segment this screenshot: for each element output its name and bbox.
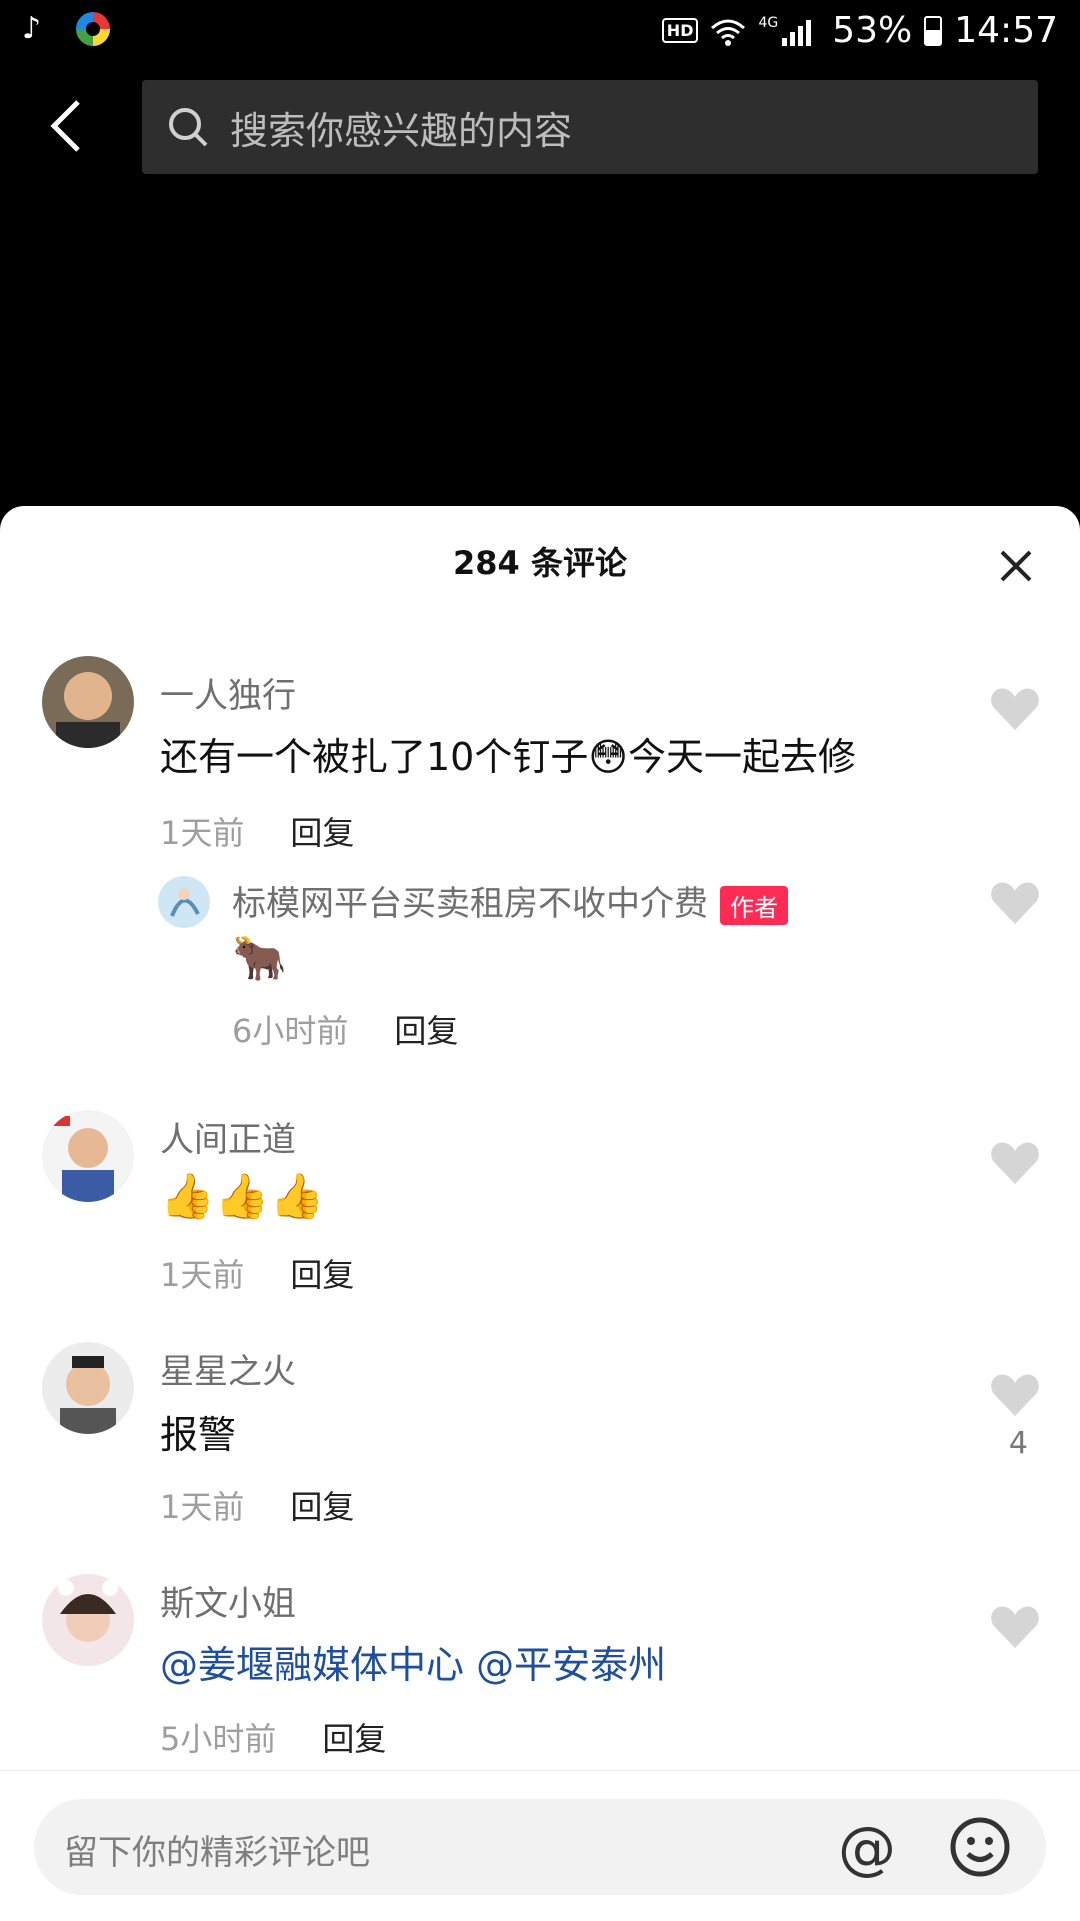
comment-time: 1天前 <box>160 814 245 852</box>
clock: 14:57 <box>954 10 1058 51</box>
avatar[interactable] <box>42 656 134 748</box>
hd-badge: HD <box>661 18 699 43</box>
comment-time: 5小时前 <box>160 1720 277 1758</box>
status-bar: ♪ HD 4G 53% 14:57 <box>0 0 1080 64</box>
battery-icon <box>924 15 943 46</box>
avatar[interactable] <box>42 1574 134 1666</box>
comment-meta: 6小时前 回复 <box>232 1006 458 1052</box>
comment-meta: 5小时前 回复 <box>160 1714 386 1760</box>
status-right: HD 4G 53% 14:57 <box>661 10 1058 51</box>
avatar[interactable] <box>42 1110 134 1202</box>
comment-username[interactable]: 斯文小姐 <box>160 1576 296 1625</box>
comment-text-part: 还有一个被扎了10个钉子 <box>160 735 589 779</box>
comment-input-placeholder: 留下你的精彩评论吧 <box>64 1833 370 1873</box>
comment-username[interactable]: 一人独行 <box>160 668 296 717</box>
like-heart-icon[interactable] <box>990 1140 1040 1186</box>
comments-sheet: 284 条评论 一人独行 还有一个被扎了10个钉子😳今天一起去修 1天前 回复 … <box>0 506 1080 1920</box>
comment-time: 1天前 <box>160 1256 245 1294</box>
search-input[interactable]: 搜索你感兴趣的内容 <box>142 80 1038 174</box>
mention-link[interactable]: @平安泰州 <box>476 1643 666 1687</box>
signal-icon <box>782 19 812 46</box>
comment-username[interactable]: 标模网平台买卖租房不收中介费 <box>232 884 708 924</box>
avatar[interactable] <box>158 876 210 928</box>
wifi-icon <box>710 16 746 46</box>
reply-button[interactable]: 回复 <box>290 808 354 854</box>
like-heart-icon[interactable] <box>990 1372 1040 1418</box>
battery-percent: 53% <box>832 10 913 51</box>
search-placeholder: 搜索你感兴趣的内容 <box>230 108 573 153</box>
back-button[interactable] <box>46 96 86 156</box>
like-heart-icon[interactable] <box>990 1604 1040 1650</box>
mention-link[interactable]: @姜堰融媒体中心 <box>160 1643 464 1687</box>
search-icon <box>169 108 208 147</box>
comment-meta: 1天前 回复 <box>160 808 354 854</box>
comment-time: 1天前 <box>160 1488 245 1526</box>
reply-button[interactable]: 回复 <box>290 1250 354 1296</box>
author-badge: 作者 <box>720 886 788 925</box>
comment-time: 6小时前 <box>232 1012 349 1050</box>
app-indicator-icon <box>76 12 110 46</box>
comment-text: @姜堰融媒体中心 @平安泰州 <box>160 1634 666 1689</box>
comment-text-part: 今天一起去修 <box>627 735 856 779</box>
status-left: ♪ <box>22 12 110 46</box>
back-arrow-icon <box>50 100 80 152</box>
reply-button[interactable]: 回复 <box>290 1482 354 1528</box>
emoji-icon[interactable] <box>948 1815 1012 1879</box>
close-icon[interactable] <box>998 548 1034 584</box>
avatar[interactable] <box>42 1342 134 1434</box>
reply-button[interactable]: 回复 <box>394 1006 458 1052</box>
like-heart-icon[interactable] <box>990 880 1040 926</box>
flushed-emoji: 😳 <box>588 735 628 779</box>
like-heart-icon[interactable] <box>990 686 1040 732</box>
network-type: 4G <box>758 15 779 31</box>
tiktok-icon: ♪ <box>22 11 42 46</box>
comment-text: 报警 <box>160 1413 237 1457</box>
like-count: 4 <box>1008 1426 1028 1461</box>
comment-text: 👍👍👍 <box>160 1171 325 1222</box>
at-mention-icon[interactable]: @ <box>838 1819 896 1877</box>
comments-count-title: 284 条评论 <box>453 544 627 582</box>
comment-input-bar: 留下你的精彩评论吧 @ <box>0 1770 1080 1921</box>
comment-username[interactable]: 人间正道 <box>160 1112 296 1161</box>
comment-meta: 1天前 回复 <box>160 1482 354 1528</box>
reply-button[interactable]: 回复 <box>322 1714 386 1760</box>
comment-text: 还有一个被扎了10个钉子😳今天一起去修 <box>160 726 856 781</box>
reply-username-row: 标模网平台买卖租房不收中介费 作者 <box>232 876 788 925</box>
comment-username[interactable]: 星星之火 <box>160 1344 296 1393</box>
comment-input[interactable]: 留下你的精彩评论吧 @ <box>34 1799 1046 1895</box>
comment-meta: 1天前 回复 <box>160 1250 354 1296</box>
comment-text: 🐂 <box>232 933 287 984</box>
